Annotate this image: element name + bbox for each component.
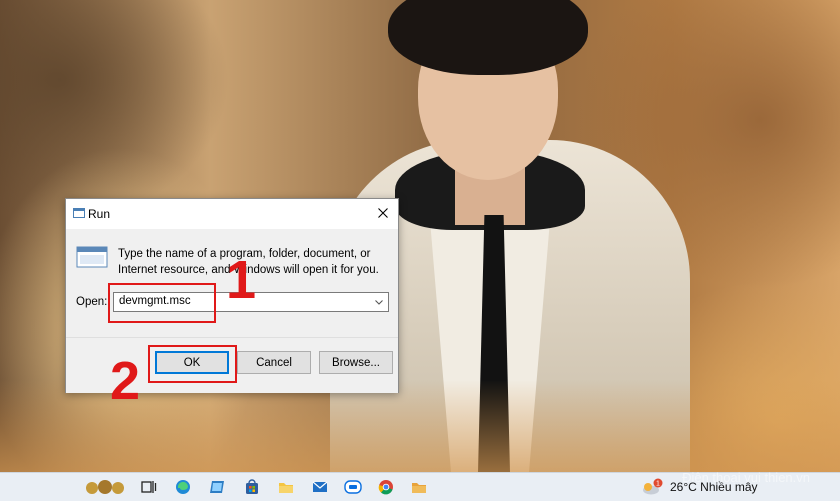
weather-icon[interactable]: 1 xyxy=(641,478,663,496)
step-number-1: 1 xyxy=(226,250,257,310)
close-button[interactable] xyxy=(368,199,398,227)
close-icon xyxy=(378,208,388,218)
zalo-icon[interactable] xyxy=(344,478,362,496)
folder-icon[interactable] xyxy=(410,478,428,496)
dialog-titlebar[interactable]: Run xyxy=(66,199,398,229)
store-icon[interactable] xyxy=(243,478,261,496)
browse-button[interactable]: Browse... xyxy=(319,351,393,374)
widgets-icon[interactable] xyxy=(84,478,126,496)
wallpaper-hair xyxy=(388,0,588,75)
highlight-ok-button xyxy=(148,345,237,383)
chevron-down-icon[interactable] xyxy=(373,295,385,309)
explorer-icon[interactable] xyxy=(277,478,295,496)
task-view-icon[interactable] xyxy=(140,478,158,496)
run-icon xyxy=(73,208,85,218)
dialog-title: Run xyxy=(88,207,111,221)
weather-badge: 1 xyxy=(656,481,660,488)
cancel-button[interactable]: Cancel xyxy=(237,351,311,374)
watermark: Điện thoại vui thien.vn xyxy=(682,470,810,485)
run-program-icon xyxy=(76,246,108,268)
open-label: Open: xyxy=(76,296,108,308)
chrome-icon[interactable] xyxy=(377,478,395,496)
photos-icon[interactable] xyxy=(208,478,226,496)
edge-icon[interactable] xyxy=(174,478,192,496)
step-number-2: 2 xyxy=(110,351,141,411)
mail-icon[interactable] xyxy=(311,478,329,496)
highlight-open-field xyxy=(108,283,216,323)
